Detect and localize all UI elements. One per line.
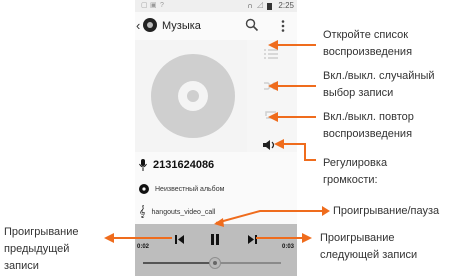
- track-info: 2131624086 Неизвестный альбом 𝄞 hangouts…: [135, 152, 297, 224]
- previous-track-button[interactable]: [175, 235, 185, 244]
- phone-screen: ▢ ▣ ? ∩ ◿ 2:25 ‹ Музыка 2131624086 Неизв…: [135, 0, 297, 276]
- status-bar: ▢ ▣ ? ∩ ◿ 2:25: [135, 0, 297, 12]
- total-duration: 0:03: [281, 244, 294, 250]
- playback-options-panel: [247, 40, 297, 152]
- shuffle-callout: Вкл./выкл. случайный выбор записи: [323, 70, 435, 99]
- album-name: Неизвестный альбом: [155, 185, 225, 193]
- artist-row: 2131624086: [139, 156, 214, 174]
- previous-callout: Проигрывание предыдущей записи: [4, 226, 79, 272]
- microphone-icon: [139, 159, 147, 171]
- artist-name: 2131624086: [153, 159, 215, 171]
- playback-controls: 0:02 0:03: [135, 224, 297, 276]
- music-app-icon[interactable]: [143, 18, 157, 32]
- next-callout: Проигрывание следующей записи: [320, 232, 418, 261]
- seek-progress: [143, 262, 215, 264]
- track-file-name: hangouts_video_call: [151, 208, 216, 216]
- seek-bar[interactable]: [143, 257, 281, 269]
- next-track-button[interactable]: [247, 235, 257, 244]
- battery-icon: [267, 3, 272, 10]
- elapsed-time: 0:02: [137, 244, 150, 250]
- play-pause-button[interactable]: [210, 234, 220, 245]
- album-icon: [139, 184, 149, 194]
- seek-thumb[interactable]: [208, 257, 221, 269]
- notification-icon: ▢: [141, 2, 148, 9]
- album-art-panel: [135, 40, 247, 152]
- volume-icon[interactable]: [262, 139, 276, 151]
- app-bar: ‹ Музыка: [135, 12, 297, 40]
- signal-icon: ◿: [256, 0, 263, 9]
- playlist-icon[interactable]: [264, 49, 278, 59]
- headset-icon: ∩: [247, 1, 253, 10]
- repeat-icon[interactable]: [264, 110, 278, 120]
- help-icon: ?: [160, 2, 164, 9]
- overflow-menu-icon[interactable]: [281, 20, 285, 32]
- shuffle-icon[interactable]: [264, 81, 278, 91]
- music-note-icon: 𝄞: [139, 205, 146, 218]
- repeat-callout: Вкл./выкл. повтор воспроизведения: [323, 111, 414, 140]
- app-title: Музыка: [162, 20, 201, 32]
- search-icon[interactable]: [245, 18, 259, 32]
- album-row: Неизвестный альбом: [139, 180, 224, 198]
- volume-callout: Регулировка громкости:: [323, 157, 388, 186]
- playlist-callout: Откройте список воспроизведения: [323, 29, 413, 58]
- play-pause-callout: Проигрывание/пауза: [333, 205, 440, 217]
- album-art-icon: [151, 54, 235, 138]
- file-row: 𝄞 hangouts_video_call: [139, 203, 215, 221]
- storage-icon: ▣: [150, 2, 157, 9]
- status-clock: 2:25: [278, 1, 294, 10]
- back-icon[interactable]: ‹: [136, 18, 140, 33]
